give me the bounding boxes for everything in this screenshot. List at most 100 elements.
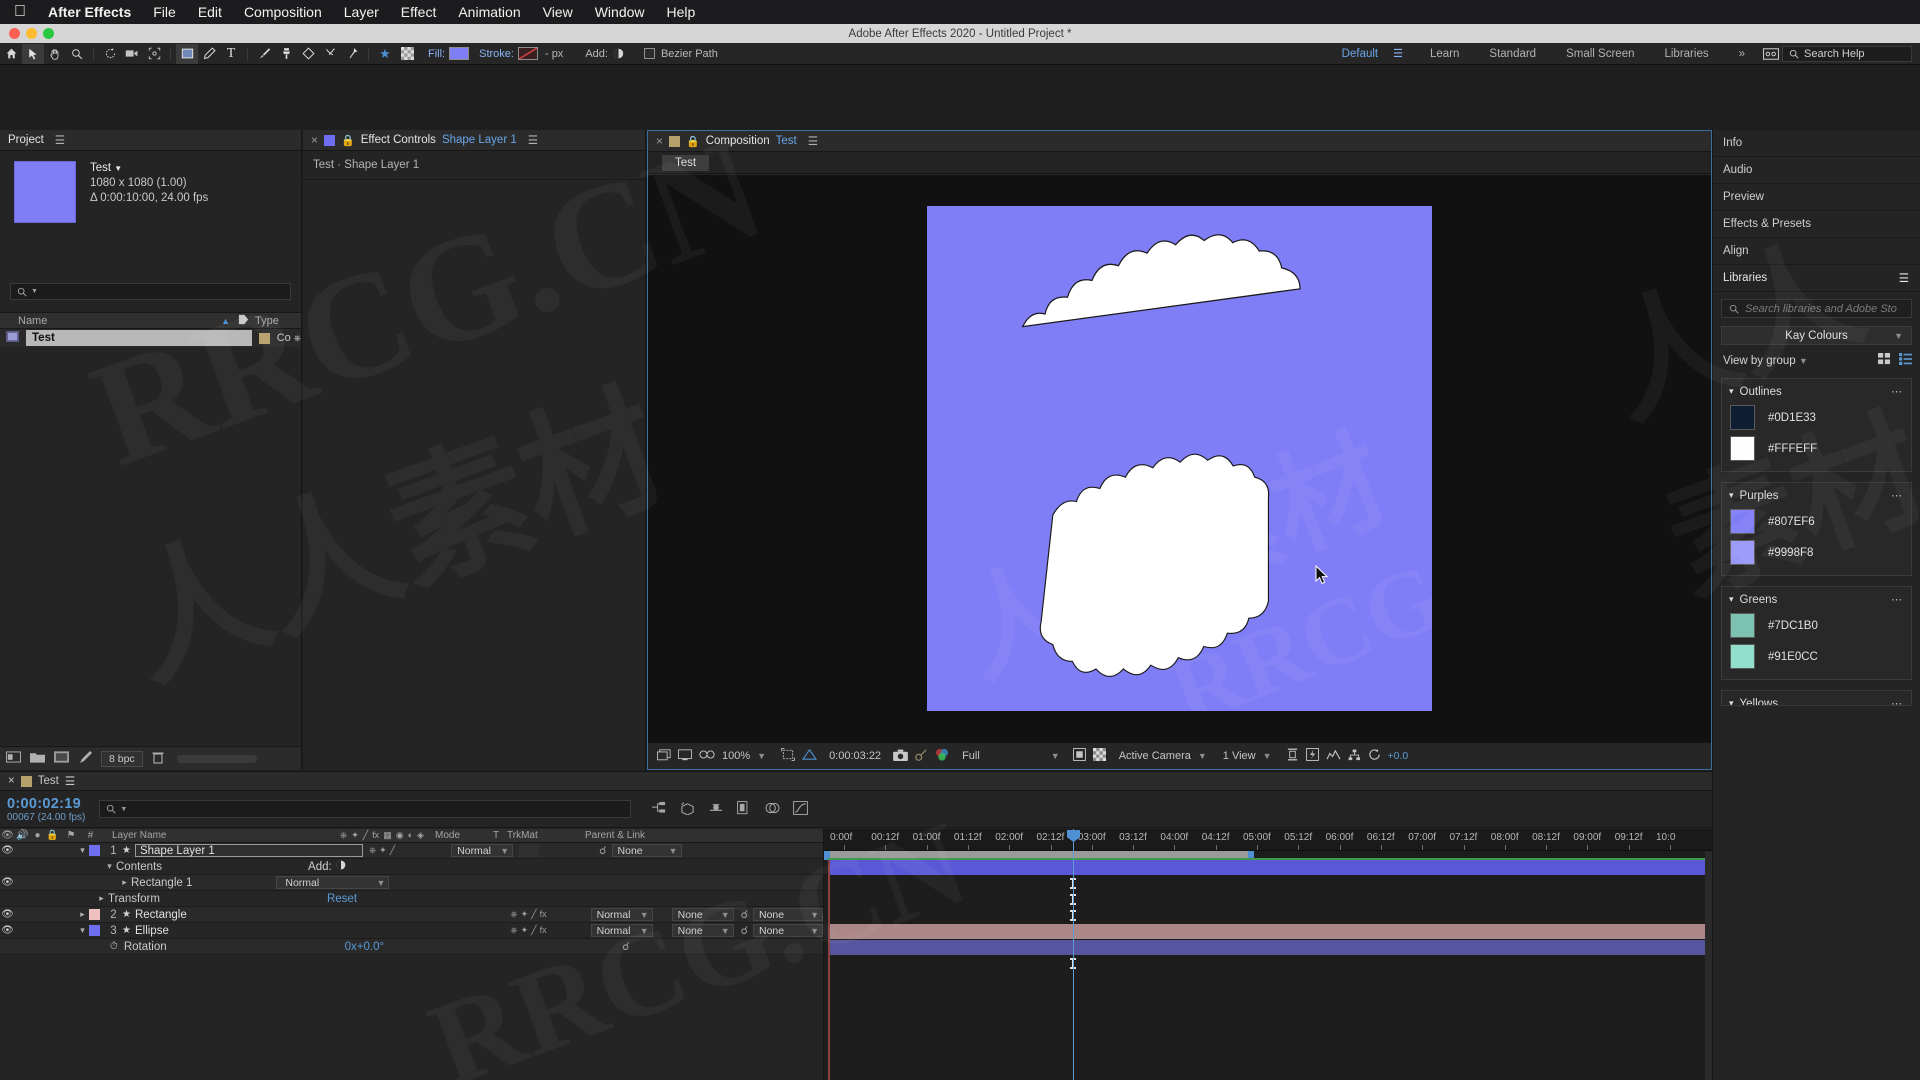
tab-preview[interactable]: Preview bbox=[1713, 184, 1920, 211]
parent-dropdown[interactable]: None ▼ bbox=[753, 924, 823, 937]
zoom-tool-icon[interactable] bbox=[66, 44, 88, 64]
menu-animation[interactable]: Animation bbox=[458, 4, 520, 20]
timeline-tab[interactable]: × Test ☰ bbox=[0, 772, 1712, 791]
effect-controls-tab[interactable]: × 🔒 Effect Controls Shape Layer 1 ☰ bbox=[303, 130, 645, 151]
chevron-down-icon[interactable]: ▼ bbox=[376, 878, 385, 888]
hide-shy-layers-icon[interactable] bbox=[708, 801, 724, 818]
search-help-field[interactable]: Search Help bbox=[1782, 45, 1912, 62]
chevron-down-icon[interactable]: ▼ bbox=[1799, 356, 1808, 366]
comp-tree-icon[interactable]: ⎈ bbox=[294, 333, 301, 344]
panel-menu-icon[interactable]: ☰ bbox=[528, 133, 538, 147]
chevron-down-icon[interactable]: ▼ bbox=[721, 926, 730, 936]
chevron-down-icon[interactable]: ▼ bbox=[640, 910, 649, 920]
parent-pick-whip-icon[interactable]: ☌ bbox=[599, 844, 606, 857]
eraser-tool-icon[interactable] bbox=[297, 44, 319, 64]
parent-pick-whip-icon[interactable]: ☌ bbox=[622, 940, 629, 953]
favorite-star-icon[interactable]: ★ bbox=[374, 44, 396, 64]
new-folder-icon[interactable] bbox=[30, 751, 45, 766]
timeline-vertical-scrollbar[interactable] bbox=[1705, 851, 1712, 1080]
workspace-libraries[interactable]: Libraries bbox=[1649, 43, 1723, 65]
timeline-time-display[interactable]: 0:00:02:19 00067 (24.00 fps) bbox=[0, 796, 85, 823]
rotation-value[interactable]: 0x+0.0° bbox=[345, 941, 384, 953]
fill-color-swatch[interactable] bbox=[449, 47, 470, 60]
expand-twirl-icon[interactable]: ▾ bbox=[76, 925, 89, 936]
comp-thumbnail[interactable] bbox=[14, 161, 76, 223]
group-header-outlines[interactable]: ▾ Outlines ⋯ bbox=[1722, 379, 1911, 402]
chevron-down-icon[interactable]: ▼ bbox=[640, 926, 649, 936]
new-footage-icon[interactable] bbox=[54, 751, 69, 766]
swatch-row[interactable]: #9998F8 bbox=[1722, 537, 1911, 568]
channel-rgb-icon[interactable] bbox=[935, 748, 949, 764]
stroke-width-label[interactable]: - px bbox=[545, 48, 563, 60]
toggle-mask-icon[interactable] bbox=[1072, 748, 1086, 764]
chevron-down-icon[interactable]: ▼ bbox=[1894, 331, 1903, 341]
parent-dropdown[interactable]: None ▼ bbox=[753, 908, 823, 921]
group-options-icon[interactable]: ⋯ bbox=[1891, 385, 1903, 398]
swatch-row[interactable]: #91E0CC bbox=[1722, 641, 1911, 672]
expand-twirl-icon[interactable]: ▸ bbox=[76, 909, 89, 920]
shape-tool-icon[interactable] bbox=[176, 43, 198, 64]
camera-tool-icon[interactable] bbox=[121, 44, 143, 64]
chevron-down-icon[interactable]: ▾ bbox=[1729, 490, 1734, 501]
resolution-value[interactable]: Full bbox=[962, 750, 980, 762]
stroke-color-swatch[interactable] bbox=[517, 47, 538, 60]
menu-edit[interactable]: Edit bbox=[198, 4, 222, 20]
anchor-point-tool-icon[interactable] bbox=[143, 44, 165, 64]
workspace-menu-icon[interactable]: ☰ bbox=[1393, 47, 1415, 60]
parent-pick-whip-icon[interactable]: ☌ bbox=[741, 924, 748, 937]
menu-app-name[interactable]: After Effects bbox=[48, 4, 131, 20]
new-comp-icon[interactable] bbox=[6, 751, 21, 766]
tab-info[interactable]: Info bbox=[1713, 130, 1920, 157]
group-header-purples[interactable]: ▾ Purples ⋯ bbox=[1722, 483, 1911, 506]
workspace-learn[interactable]: Learn bbox=[1415, 43, 1474, 65]
collapse-transformations-icon[interactable]: ✦ bbox=[521, 909, 529, 920]
puppet-pin-tool-icon[interactable] bbox=[341, 44, 363, 64]
bezier-path-checkbox[interactable] bbox=[643, 48, 655, 59]
tab-libraries[interactable]: Libraries ☰ bbox=[1713, 265, 1920, 292]
lock-icon[interactable]: 🔒 bbox=[341, 134, 355, 147]
color-swatch[interactable] bbox=[1730, 436, 1755, 461]
libraries-search-input[interactable]: Search libraries and Adobe Sto bbox=[1721, 299, 1912, 318]
color-swatch[interactable] bbox=[1730, 644, 1755, 669]
project-item-name[interactable]: Test bbox=[26, 330, 252, 346]
layer-name-input[interactable]: Shape Layer 1 bbox=[134, 844, 363, 857]
effects-icon[interactable]: fx bbox=[540, 909, 547, 920]
tab-align[interactable]: Align bbox=[1713, 238, 1920, 265]
enable-motion-blur-icon[interactable] bbox=[765, 801, 780, 818]
effects-icon[interactable]: fx bbox=[540, 925, 547, 936]
property-row-contents[interactable]: ▾ Contents Add: bbox=[0, 859, 823, 875]
library-selector[interactable]: Kay Colours ▼ bbox=[1721, 326, 1912, 345]
shy-icon[interactable]: ⎈ bbox=[369, 845, 376, 856]
column-type[interactable]: Type bbox=[255, 315, 301, 327]
brush-tool-icon[interactable] bbox=[253, 44, 275, 64]
workspace-small-screen[interactable]: Small Screen bbox=[1551, 43, 1649, 65]
composition-mini-flowchart-icon[interactable] bbox=[651, 801, 667, 818]
group-options-icon[interactable]: ⋯ bbox=[1891, 697, 1903, 705]
pen-tool-icon[interactable] bbox=[198, 44, 220, 64]
chevron-down-icon[interactable]: ▼ bbox=[810, 910, 819, 920]
swatch-row[interactable]: #0D1E33 bbox=[1722, 402, 1911, 433]
chevron-down-icon[interactable]: ▼ bbox=[810, 926, 819, 936]
layer-label-color[interactable] bbox=[89, 925, 100, 936]
parent-pick-whip-icon[interactable]: ☌ bbox=[741, 908, 748, 921]
comp-name-row[interactable]: Test ▼ bbox=[90, 161, 208, 176]
grid-view-icon[interactable] bbox=[1878, 353, 1891, 368]
layer-row-rectangle[interactable]: 👁 ▸ 2 ★ Rectangle ⎈ ✦ ╱ fx Normal ▼ None… bbox=[0, 907, 823, 923]
clone-stamp-tool-icon[interactable] bbox=[275, 44, 297, 64]
panel-menu-icon[interactable]: ☰ bbox=[55, 133, 65, 147]
active-camera-value[interactable]: Active Camera bbox=[1119, 750, 1191, 762]
chevron-down-icon[interactable]: ▾ bbox=[1729, 594, 1734, 605]
chevron-down-icon[interactable]: ▾ bbox=[1729, 386, 1734, 397]
stopwatch-icon[interactable]: ⏱ bbox=[110, 941, 118, 952]
reset-exposure-icon[interactable] bbox=[1368, 748, 1381, 764]
workspace-standard[interactable]: Standard bbox=[1474, 43, 1551, 65]
always-preview-icon[interactable] bbox=[678, 748, 692, 764]
close-icon[interactable]: × bbox=[8, 775, 15, 787]
layer-switches[interactable]: ⎈ ✦ ╱ fx bbox=[510, 925, 546, 936]
collapse-transformations-icon[interactable]: ✦ bbox=[379, 845, 387, 856]
track-row-shape-layer-1[interactable] bbox=[824, 858, 1712, 876]
close-icon[interactable]: × bbox=[656, 134, 663, 148]
region-of-interest-icon[interactable] bbox=[781, 748, 795, 764]
timeline-track-area[interactable]: 0:00f 00:12f 01:00f 01:12f 02:00f 02:12f 03:00… bbox=[824, 829, 1712, 1080]
type-tool-icon[interactable]: T bbox=[220, 44, 242, 64]
